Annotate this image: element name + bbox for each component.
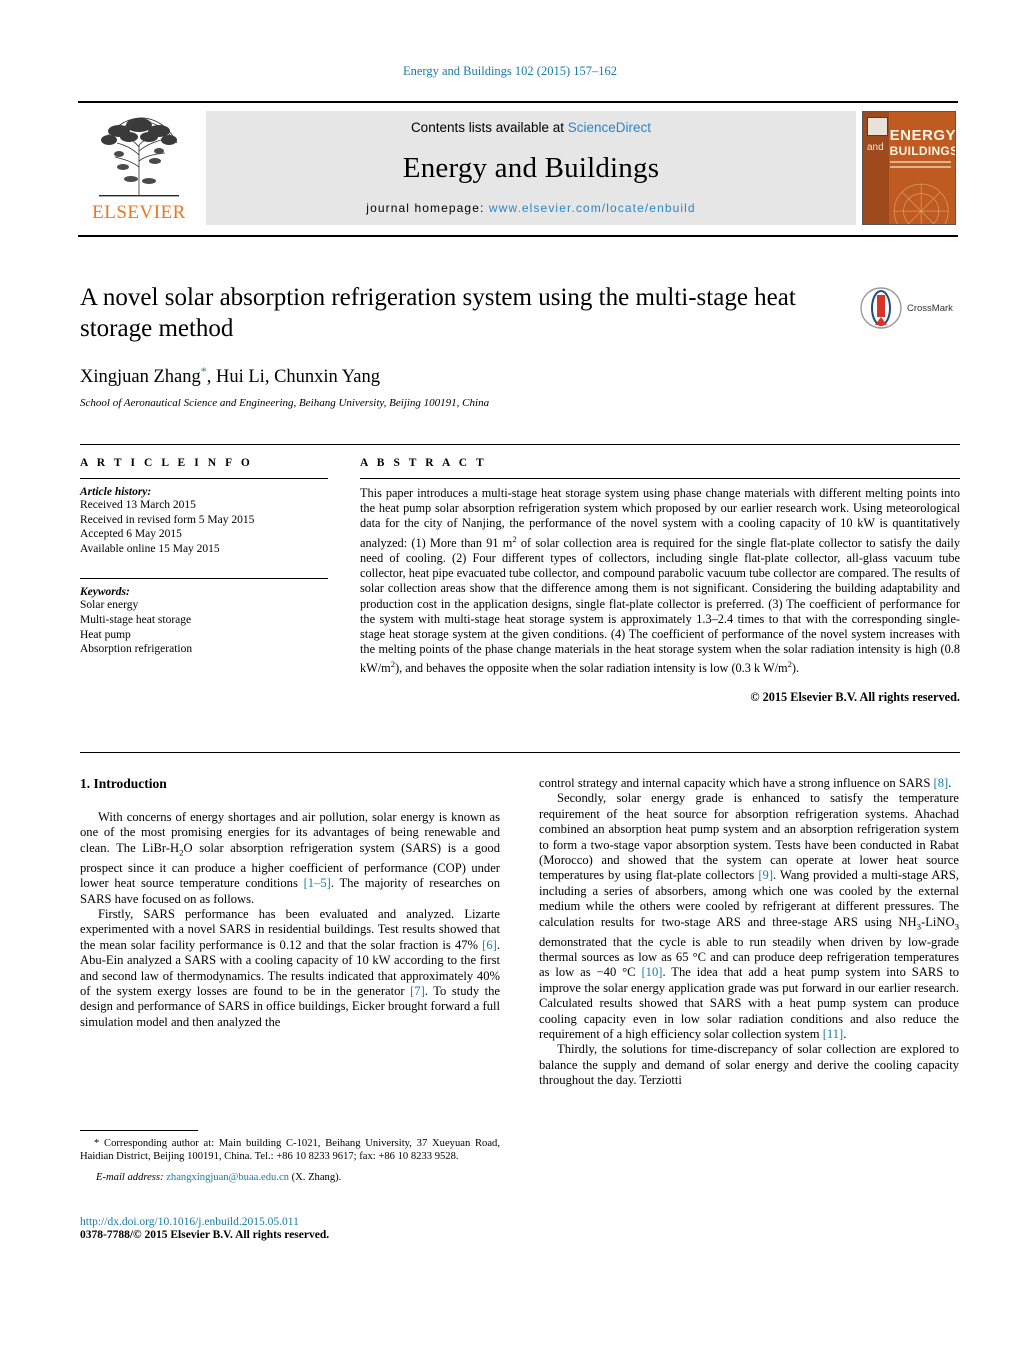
cover-energy-text: ENERGY [889, 127, 956, 144]
elsevier-wordmark: ELSEVIER [92, 202, 186, 223]
keyword-item: Absorption refrigeration [80, 643, 193, 656]
divider [80, 1130, 198, 1131]
journal-banner: Contents lists available at ScienceDirec… [206, 111, 856, 225]
doi-link[interactable]: http://dx.doi.org/10.1016/j.enbuild.2015… [80, 1216, 540, 1228]
journal-homepage-link[interactable]: www.elsevier.com/locate/enbuild [489, 201, 696, 215]
divider [80, 478, 328, 479]
crossmark-label: CrossMark [907, 302, 953, 314]
journal-title: Energy and Buildings [402, 151, 660, 184]
article-history-item: Received 13 March 2015 [80, 499, 196, 511]
cover-badge-icon [867, 117, 888, 136]
abstract-text: This paper introduces a multi-stage heat… [360, 486, 960, 676]
elsevier-logo: ELSEVIER [78, 103, 200, 235]
paragraph: control strategy and internal capacity w… [539, 776, 952, 790]
page-title: A novel solar absorption refrigeration s… [80, 284, 796, 342]
crossmark-badge[interactable]: CrossMark [860, 286, 960, 330]
article-history-label: Article history: [80, 486, 152, 498]
footer-block: http://dx.doi.org/10.1016/j.enbuild.2015… [80, 1216, 540, 1241]
body-columns: 1. Introduction With concerns of energy … [80, 776, 960, 1089]
elsevier-tree-icon [99, 117, 179, 197]
email-suffix: (X. Zhang). [291, 1171, 342, 1183]
email-link[interactable]: zhangxingjuan@buaa.edu.cn [166, 1172, 289, 1183]
article-history-item: Accepted 6 May 2015 [80, 528, 182, 541]
article-history-item: Received in revised form 5 May 2015 [80, 513, 255, 526]
paragraph: Thirdly, the solutions for time-discrepa… [539, 1042, 959, 1088]
cover-buildings-text: BUILDINGS [889, 144, 956, 158]
title-block: A novel solar absorption refrigeration s… [80, 282, 960, 409]
cover-artwork-icon [893, 183, 949, 224]
info-abstract-band: A R T I C L E I N F O Article history: R… [80, 444, 960, 705]
cover-and-text: and [867, 142, 884, 153]
right-column: control strategy and internal capacity w… [539, 776, 959, 1089]
abstract-column: A B S T R A C T This paper introduces a … [360, 457, 960, 705]
corresponding-author-footnote: * Corresponding author at: Main building… [80, 1130, 500, 1184]
abstract-heading: A B S T R A C T [360, 457, 487, 469]
crossmark-icon[interactable] [860, 287, 902, 329]
keyword-item: Heat pump [80, 628, 131, 641]
journal-masthead: ELSEVIER Contents lists available at Sci… [78, 101, 958, 237]
paragraph: With concerns of energy shortages and ai… [80, 810, 500, 906]
left-column: 1. Introduction With concerns of energy … [80, 776, 500, 1089]
article-info-column: A R T I C L E I N F O Article history: R… [80, 457, 328, 705]
keywords-label: Keywords: [80, 586, 130, 599]
contents-line: Contents lists available at ScienceDirec… [411, 120, 651, 135]
authors-text: Xingjuan Zhang*, Hui Li, Chunxin Yang [80, 364, 380, 388]
paragraph: Secondly, solar energy grade is enhanced… [539, 791, 959, 1042]
divider [80, 578, 328, 580]
issn-copyright: 0378-7788/© 2015 Elsevier B.V. All right… [80, 1229, 330, 1241]
section-heading-introduction: 1. Introduction [80, 776, 167, 791]
journal-reference: Energy and Buildings 102 (2015) 157–162 [403, 64, 617, 78]
journal-cover-thumbnail: and ENERGY BUILDINGS [862, 111, 956, 225]
sciencedirect-link[interactable]: ScienceDirect [568, 120, 651, 135]
abstract-copyright: © 2015 Elsevier B.V. All rights reserved… [750, 689, 960, 704]
author-list: Xingjuan Zhang*, Hui Li, Chunxin Yang [80, 364, 960, 388]
article-history-item: Available online 15 May 2015 [80, 542, 220, 555]
footnote-text: * Corresponding author at: Main building… [80, 1138, 500, 1163]
footnote-email-line: E-mail address: zhangxingjuan@buaa.edu.c… [80, 1171, 500, 1184]
email-label: E-mail address: [96, 1171, 164, 1183]
keyword-item: Multi-stage heat storage [80, 613, 192, 626]
cover-subtitle-lines [889, 161, 951, 175]
affiliation: School of Aeronautical Science and Engin… [80, 397, 490, 410]
contents-prefix: Contents lists available at [410, 120, 568, 135]
homepage-prefix: journal homepage: [366, 201, 489, 215]
paragraph: Firstly, SARS performance has been evalu… [80, 906, 500, 1029]
keyword-item: Solar energy [80, 599, 139, 612]
journal-homepage-line: journal homepage: www.elsevier.com/locat… [366, 201, 695, 215]
article-info-heading: A R T I C L E I N F O [80, 457, 253, 469]
paper-page: Energy and Buildings 102 (2015) 157–162 [0, 0, 1020, 1351]
band-bottom-divider [80, 752, 960, 753]
divider [360, 478, 960, 479]
